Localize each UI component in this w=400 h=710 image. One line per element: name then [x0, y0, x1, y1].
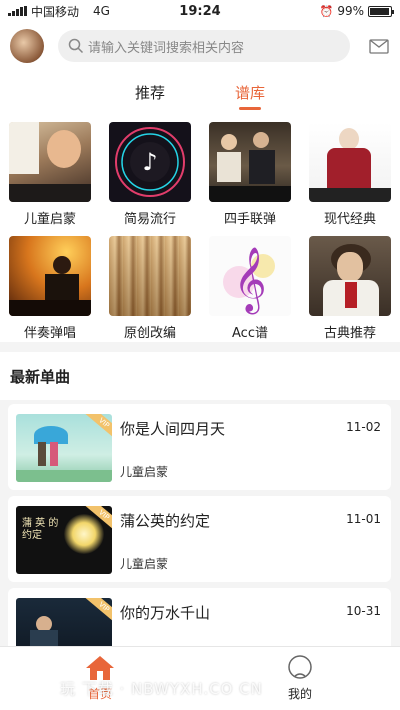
song-title: 蒲公英的约定	[120, 512, 211, 530]
svg-text:♪: ♪	[142, 148, 157, 176]
avatar[interactable]	[10, 29, 44, 63]
song-category: 儿童启蒙	[120, 557, 169, 571]
vip-badge: VIP	[83, 414, 112, 441]
duet-piano-photo	[209, 122, 291, 202]
singer-piano-photo	[9, 236, 91, 316]
beethoven-portrait	[309, 236, 391, 316]
svg-text:𝄞: 𝄞	[233, 247, 266, 314]
song-cover: 蒲 英 的约定 VIP	[16, 506, 112, 574]
category-label: 古典推荐	[323, 326, 376, 341]
song-date: 11-02	[346, 420, 381, 434]
nav-home[interactable]: 首页	[0, 647, 200, 710]
tab-library[interactable]: 谱库	[235, 82, 265, 114]
category-item[interactable]: 现代经典	[300, 114, 400, 228]
nav-label: 首页	[87, 687, 112, 701]
search-input[interactable]: 请输入关键词搜索相关内容	[58, 30, 350, 62]
battery-percent: 99%	[337, 4, 364, 18]
song-title: 你是人间四月天	[120, 420, 226, 438]
bottom-nav: 首页 我的	[0, 646, 400, 710]
category-label: 伴奏弹唱	[23, 326, 76, 341]
home-icon	[86, 656, 114, 680]
category-label: Acc谱	[232, 326, 268, 341]
treble-clef-icon: 𝄞	[209, 236, 291, 316]
category-item[interactable]: 𝄞 Acc谱	[200, 228, 300, 342]
girl-piano-photo	[9, 122, 91, 202]
app-header: 请输入关键词搜索相关内容	[0, 22, 400, 70]
category-label: 简易流行	[123, 212, 176, 227]
song-category: 儿童启蒙	[120, 465, 169, 479]
pianist-photo	[309, 122, 391, 202]
song-date: 10-31	[346, 604, 381, 618]
category-item[interactable]: 原创改编	[100, 228, 200, 342]
category-label: 儿童启蒙	[23, 212, 76, 227]
category-grid: 儿童启蒙 ♪ 简易流行 四手联弹 现代经典 伴奏弹唱 原创改编 𝄞 Acc谱 古…	[0, 114, 400, 342]
search-icon	[68, 38, 84, 54]
network-text: 4G	[93, 4, 110, 18]
signal-icon	[8, 6, 27, 16]
category-item[interactable]: ♪ 简易流行	[100, 114, 200, 228]
song-cover: VIP	[16, 414, 112, 482]
tab-recommend[interactable]: 推荐	[135, 82, 165, 114]
carrier-text: 中国移动	[31, 4, 80, 19]
status-bar: 中国移动 4G 19:24 ⏰ 99%	[0, 0, 400, 22]
profile-icon	[288, 655, 312, 679]
tiktok-logo: ♪	[109, 122, 191, 202]
message-icon[interactable]	[368, 35, 390, 57]
category-label: 原创改编	[123, 326, 176, 341]
vip-badge: VIP	[83, 598, 112, 625]
cover-text: 蒲 英 的约定	[22, 518, 59, 541]
search-placeholder: 请输入关键词搜索相关内容	[88, 40, 245, 56]
tab-bar: 推荐 谱库	[0, 70, 400, 114]
category-item[interactable]: 伴奏弹唱	[0, 228, 100, 342]
nav-label: 我的	[287, 687, 312, 701]
alarm-icon: ⏰	[319, 4, 334, 18]
sheet-music-photo	[109, 236, 191, 316]
nav-profile[interactable]: 我的	[200, 647, 400, 710]
category-item[interactable]: 四手联弹	[200, 114, 300, 228]
song-card[interactable]: VIP 你的万水千山 10-31	[8, 588, 391, 646]
category-item[interactable]: 古典推荐	[300, 228, 400, 342]
song-card[interactable]: VIP 你是人间四月天 11-02 儿童启蒙	[8, 404, 391, 490]
battery-icon	[368, 5, 394, 17]
category-label: 现代经典	[323, 212, 376, 227]
song-list: VIP 你是人间四月天 11-02 儿童启蒙 蒲 英 的约定 VIP 蒲公英的约…	[0, 400, 400, 646]
section-title: 最新单曲	[0, 352, 400, 400]
song-title: 你的万水千山	[120, 604, 211, 622]
song-card[interactable]: 蒲 英 的约定 VIP 蒲公英的约定 11-01 儿童启蒙	[8, 496, 391, 582]
category-label: 四手联弹	[223, 212, 276, 227]
song-date: 11-01	[346, 512, 381, 526]
song-cover: VIP	[16, 598, 112, 646]
category-item[interactable]: 儿童启蒙	[0, 114, 100, 228]
